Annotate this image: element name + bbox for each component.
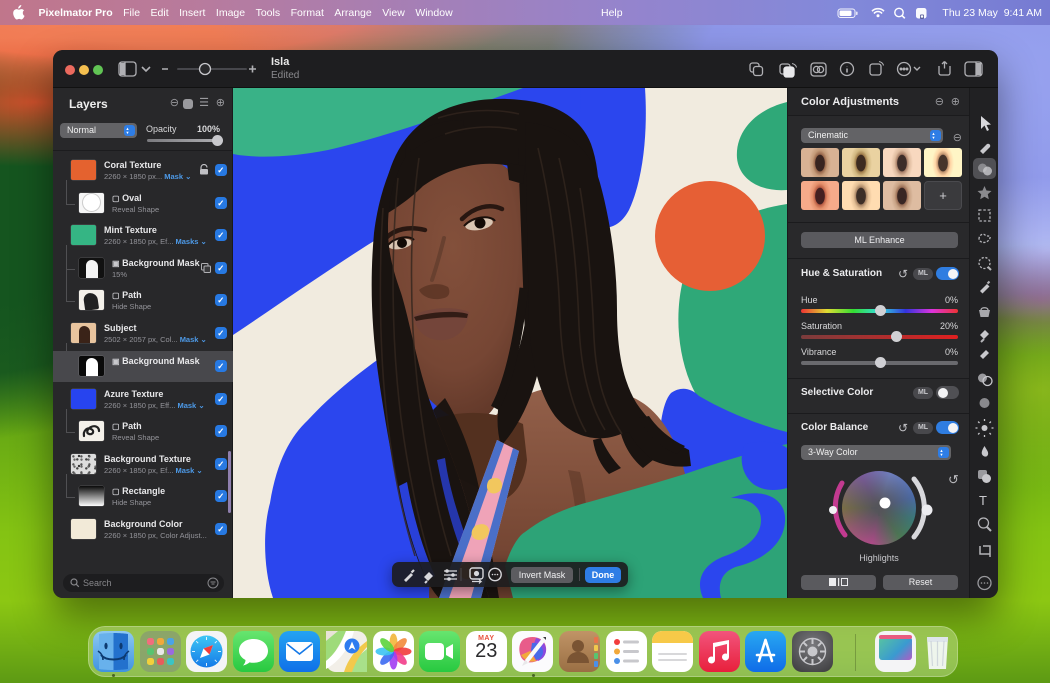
svg-text:↺: ↺ (948, 472, 959, 487)
svg-text:T: T (979, 493, 987, 508)
